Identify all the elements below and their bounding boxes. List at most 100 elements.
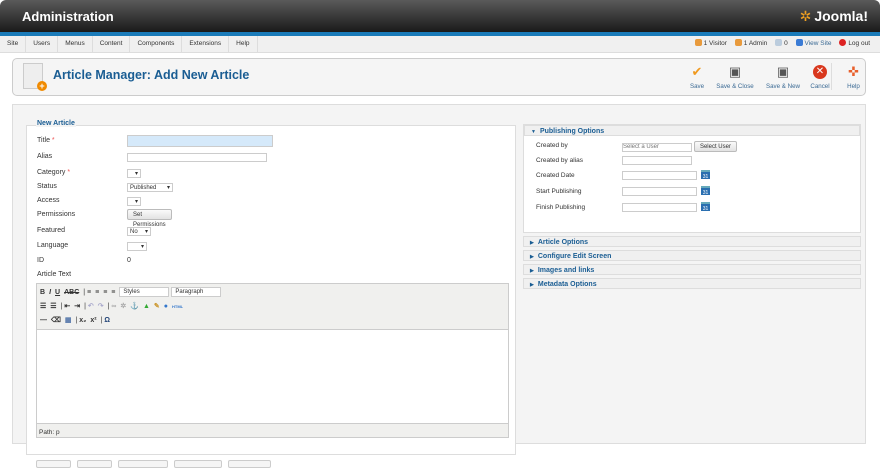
save-close-button[interactable]: ▣ Save & Close — [713, 63, 757, 91]
floppy-plus-icon: ▣ — [776, 64, 790, 79]
featured-row: Featured No — [37, 225, 151, 237]
start-publishing-label: Start Publishing — [536, 188, 582, 195]
editor-button[interactable] — [174, 460, 222, 468]
publishing-options-header[interactable]: ▼ Publishing Options — [524, 125, 860, 136]
horizontal-rule-icon[interactable]: — — [40, 314, 47, 328]
checkmark-icon: ✔ — [691, 64, 703, 79]
category-select[interactable] — [127, 169, 141, 178]
eraser-icon[interactable]: ⌫ — [51, 314, 61, 328]
redo-icon[interactable]: ↷ — [98, 300, 104, 314]
html-icon[interactable]: HTML — [172, 300, 183, 314]
special-char-icon[interactable]: Ω — [104, 314, 110, 328]
link-icon[interactable]: ∞ — [111, 300, 116, 314]
publishing-options-panel: ▼Publishing Options Created by Select Us… — [523, 124, 861, 233]
admins-status: 1 Admin — [734, 39, 767, 47]
alias-input[interactable] — [127, 153, 267, 162]
calendar-icon[interactable]: 31 — [701, 186, 710, 196]
editor-button[interactable] — [77, 460, 112, 468]
article-text-label: Article Text — [37, 271, 72, 278]
help-circle-icon[interactable]: ● — [164, 300, 168, 314]
menu-help[interactable]: Help — [229, 36, 258, 52]
editor-button[interactable] — [118, 460, 168, 468]
superscript-icon[interactable]: x² — [90, 314, 96, 328]
image-icon[interactable]: ▲ — [143, 300, 150, 314]
access-row: Access — [37, 195, 141, 207]
user-icon — [734, 39, 742, 46]
id-value: 0 — [127, 257, 131, 264]
article-add-icon — [23, 63, 47, 91]
messages-status[interactable]: 0 — [775, 39, 788, 47]
editor-button[interactable] — [228, 460, 271, 468]
cleanup-icon[interactable]: ✎ — [154, 300, 160, 314]
finish-publishing-input[interactable] — [622, 202, 697, 212]
created-by-input[interactable] — [622, 142, 692, 152]
menu-site[interactable]: Site — [0, 36, 27, 52]
italic-icon[interactable]: I — [49, 286, 51, 300]
format-select[interactable]: Paragraph — [171, 287, 222, 298]
main-content: New Article Title * Alias Category * Sta… — [12, 104, 866, 468]
align-left-icon[interactable]: ≡ — [87, 286, 91, 300]
editor-toolbar: B I U ABC | ≡ ≡ ≡ ≡ Styles Paragraph ☰ ☰ | ⇤ ⇥ | ↶ ↷ |… — [37, 284, 508, 329]
align-center-icon[interactable]: ≡ — [95, 286, 99, 300]
indent-icon[interactable]: ⇥ — [74, 300, 80, 314]
menu-components[interactable]: Components — [130, 36, 183, 52]
article-options-header[interactable]: ▶ Article Options — [523, 236, 861, 247]
joomla-logo-icon: ✲ — [799, 8, 812, 24]
title-row: Title * — [37, 135, 273, 147]
status-bar: 1 Visitor 1 Admin 0 View Site Log out — [689, 36, 870, 52]
menu-extensions[interactable]: Extensions — [182, 36, 230, 52]
caret-right-icon: ▶ — [530, 268, 534, 274]
menu-users[interactable]: Users — [26, 36, 59, 52]
bullet-list-icon[interactable]: ☰ — [40, 300, 46, 314]
joomla-logo[interactable]: ✲ Joomla! — [800, 8, 868, 25]
caret-right-icon: ▶ — [530, 282, 534, 288]
metadata-options-header[interactable]: ▶ Metadata Options — [523, 278, 861, 289]
editor-button[interactable] — [36, 460, 71, 468]
rich-text-editor: B I U ABC | ≡ ≡ ≡ ≡ Styles Paragraph ☰ ☰ | ⇤ ⇥ | ↶ ↷ |… — [36, 283, 509, 438]
article-fieldset: New Article Title * Alias Category * Sta… — [26, 120, 516, 468]
set-permissions-button[interactable]: Set Permissions — [127, 209, 172, 228]
start-publishing-input[interactable] — [622, 186, 697, 196]
images-links-header[interactable]: ▶ Images and links — [523, 264, 861, 275]
help-button[interactable]: ✜ Help — [831, 63, 875, 90]
subscript-icon[interactable]: x₂ — [79, 314, 86, 328]
language-select[interactable] — [127, 242, 147, 251]
underline-icon[interactable]: U — [55, 286, 60, 300]
styles-select[interactable]: Styles — [119, 287, 170, 298]
logout-link[interactable]: Log out — [839, 39, 870, 47]
strikethrough-icon[interactable]: ABC — [64, 286, 79, 300]
access-select[interactable] — [127, 197, 141, 206]
align-right-icon[interactable]: ≡ — [103, 286, 107, 300]
permissions-row: Permissions Set Permissions — [37, 209, 172, 228]
status-select[interactable]: Published — [127, 183, 173, 192]
created-date-label: Created Date — [536, 172, 575, 179]
header-bar: Administration ✲ Joomla! — [0, 0, 880, 32]
alias-row: Alias — [37, 151, 267, 163]
configure-edit-screen-header[interactable]: ▶ Configure Edit Screen — [523, 250, 861, 261]
featured-select[interactable]: No — [127, 227, 151, 236]
undo-icon[interactable]: ↶ — [88, 300, 94, 314]
editor-content-area[interactable] — [37, 329, 508, 424]
align-justify-icon[interactable]: ≡ — [111, 286, 115, 300]
caret-right-icon: ▶ — [530, 254, 534, 260]
outdent-icon[interactable]: ⇤ — [64, 300, 70, 314]
numbered-list-icon[interactable]: ☰ — [50, 300, 56, 314]
table-icon[interactable]: ▦ — [65, 314, 72, 328]
lifebuoy-icon: ✜ — [848, 64, 859, 79]
language-row: Language — [37, 240, 147, 252]
editor-path: Path: p — [39, 429, 60, 436]
mail-icon — [775, 39, 783, 46]
view-site-link[interactable]: View Site — [795, 39, 832, 47]
bold-icon[interactable]: B — [40, 286, 45, 300]
menu-content[interactable]: Content — [93, 36, 131, 52]
select-user-button[interactable]: Select User — [693, 141, 737, 152]
calendar-icon[interactable]: 31 — [701, 170, 710, 180]
title-input[interactable] — [127, 135, 273, 147]
unlink-icon[interactable]: ✲ — [120, 300, 126, 314]
created-by-alias-input[interactable] — [622, 156, 692, 165]
anchor-icon[interactable]: ⚓ — [130, 300, 139, 314]
menu-menus[interactable]: Menus — [58, 36, 93, 52]
created-by-label: Created by — [536, 142, 568, 149]
calendar-icon[interactable]: 31 — [701, 202, 710, 212]
created-date-input[interactable] — [622, 170, 697, 180]
